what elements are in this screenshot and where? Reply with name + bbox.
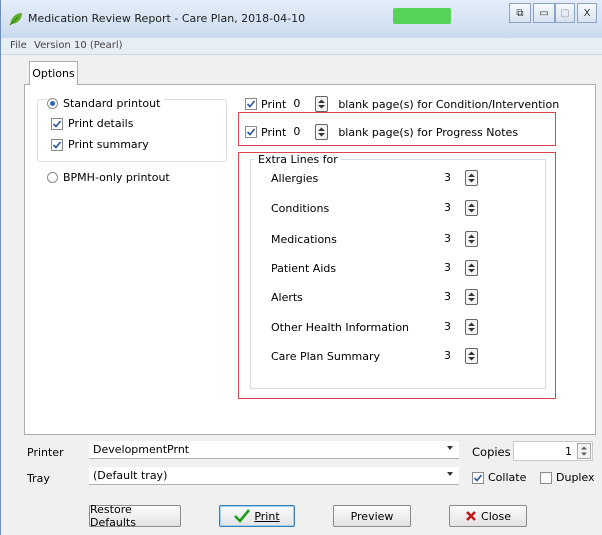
checkmark-icon (234, 509, 251, 523)
extra-lines-label-alerts: Alerts (271, 291, 303, 304)
printer-dropdown-arrow-icon (447, 446, 453, 450)
extra-lines-label-conditions: Conditions (271, 202, 330, 215)
other-health-value[interactable]: 3 (444, 319, 462, 335)
copies-value: 1 (565, 445, 572, 458)
tray-value: (Default tray) (93, 469, 168, 482)
medications-value[interactable]: 3 (444, 231, 462, 247)
duplex-label: Duplex (556, 471, 595, 484)
care-plan-value[interactable]: 3 (444, 348, 462, 364)
leaf-icon (9, 13, 22, 26)
alerts-spinner[interactable]: 3 (444, 289, 478, 305)
condition-blank-pages-suffix: blank page(s) for Condition/Intervention (338, 97, 560, 111)
menu-file[interactable]: File (10, 40, 27, 51)
preview-button[interactable]: Preview (333, 505, 411, 527)
restore-icon[interactable]: ⧉ (509, 3, 531, 23)
print-details-option[interactable]: Print details (51, 117, 133, 130)
maximize-icon[interactable]: ▢ (555, 3, 575, 23)
standard-printout-radio[interactable] (47, 98, 58, 109)
extra-lines-label-medications: Medications (271, 233, 337, 246)
conditions-spinner[interactable]: 3 (444, 200, 478, 216)
print-progress-blank-checkbox[interactable] (245, 126, 257, 138)
extra-lines-spinners: 3 3 3 3 3 3 3 (444, 170, 484, 370)
minimize-icon[interactable]: ▭ (533, 3, 555, 23)
restore-defaults-label: Restore Defaults (90, 503, 136, 529)
care-plan-spinner[interactable]: 3 (444, 348, 478, 364)
standard-printout-label: Standard printout (63, 97, 161, 110)
preview-button-label: Preview (350, 509, 394, 523)
alerts-spin-buttons[interactable] (465, 289, 478, 305)
progress-blank-pages-suffix: blank page(s) for Progress Notes (338, 125, 519, 139)
medications-spinner[interactable]: 3 (444, 231, 478, 247)
extra-lines-label-care-plan: Care Plan Summary (271, 350, 381, 363)
other-health-spinner[interactable]: 3 (444, 319, 478, 335)
extra-lines-label-patient-aids: Patient Aids (271, 262, 337, 275)
care-plan-spin-buttons[interactable] (465, 348, 478, 364)
copies-spinner[interactable] (577, 443, 591, 459)
print-button[interactable]: Print (219, 505, 295, 527)
window-title: Medication Review Report - Care Plan, 20… (28, 12, 306, 25)
blank-pages-condition: Print 0 blank page(s) for Condition/Inte… (245, 96, 559, 112)
extra-lines-label-other-health: Other Health Information (271, 321, 410, 334)
printer-select[interactable]: DevelopmentPrnt (89, 441, 459, 459)
patient-aids-spinner[interactable]: 3 (444, 260, 478, 276)
conditions-spin-buttons[interactable] (465, 200, 478, 216)
dialog-window: Medication Review Report - Care Plan, 20… (0, 0, 602, 535)
bpmh-printout-option[interactable]: BPMH-only printout (47, 171, 170, 184)
printer-value: DevelopmentPrnt (93, 443, 190, 456)
print-progress-label: Print (261, 125, 287, 139)
duplex-checkbox[interactable] (540, 471, 552, 484)
patient-aids-value[interactable]: 3 (444, 260, 462, 276)
printer-label: Printer (27, 446, 64, 459)
restore-defaults-button[interactable]: Restore Defaults (89, 503, 181, 529)
print-condition-blank-checkbox[interactable] (245, 98, 257, 110)
collate-checkbox[interactable] (472, 471, 484, 484)
bpmh-printout-radio[interactable] (47, 172, 58, 183)
tab-options-label: Options (32, 67, 75, 80)
window-controls: ⧉ ▭ ▢ X (509, 3, 597, 24)
alerts-value[interactable]: 3 (444, 289, 462, 305)
progress-blank-pages-value[interactable]: 0 (293, 124, 312, 140)
conditions-value[interactable]: 3 (444, 200, 462, 216)
tray-label: Tray (27, 472, 50, 485)
collate-label: Collate (488, 471, 527, 484)
tray-select[interactable]: (Default tray) (89, 467, 459, 485)
print-details-label: Print details (68, 117, 134, 130)
duplex-option[interactable]: Duplex (540, 471, 595, 484)
allergies-spinner[interactable]: 3 (444, 170, 478, 186)
print-summary-label: Print summary (68, 138, 149, 151)
other-health-spin-buttons[interactable] (465, 319, 478, 335)
extra-lines-legend: Extra Lines for (255, 153, 341, 166)
print-summary-option[interactable]: Print summary (51, 138, 149, 151)
condition-blank-pages-value[interactable]: 0 (293, 96, 312, 112)
allergies-value[interactable]: 3 (444, 170, 462, 186)
print-condition-label: Print (261, 97, 287, 111)
close-button-label: Close (481, 509, 511, 523)
menu-bar: File Version 10 (Pearl) (1, 38, 602, 55)
blank-pages-progress: Print 0 blank page(s) for Progress Notes (245, 124, 518, 140)
bpmh-printout-label: BPMH-only printout (63, 171, 170, 184)
print-details-checkbox[interactable] (51, 117, 63, 130)
copies-input[interactable]: 1 (513, 441, 593, 461)
collate-option[interactable]: Collate (472, 471, 526, 484)
condition-blank-pages-spinner[interactable] (315, 96, 329, 112)
tab-options[interactable]: Options (29, 61, 78, 85)
close-x-icon (466, 511, 476, 521)
medications-spin-buttons[interactable] (465, 231, 478, 247)
close-window-icon[interactable]: X (577, 3, 597, 23)
background-highlight (393, 8, 451, 24)
patient-aids-spin-buttons[interactable] (465, 260, 478, 276)
copies-label: Copies (472, 445, 511, 459)
print-button-label: Print (254, 509, 280, 523)
close-button[interactable]: Close (449, 505, 527, 527)
title-bar: Medication Review Report - Care Plan, 20… (1, 0, 602, 38)
allergies-spin-buttons[interactable] (465, 170, 478, 186)
print-summary-checkbox[interactable] (51, 138, 63, 151)
standard-printout-option[interactable]: Standard printout (47, 97, 165, 110)
progress-blank-pages-spinner[interactable] (315, 124, 329, 140)
extra-lines-label-allergies: Allergies (271, 172, 319, 185)
tray-dropdown-arrow-icon (447, 472, 453, 476)
version-label: Version 10 (Pearl) (34, 40, 123, 51)
